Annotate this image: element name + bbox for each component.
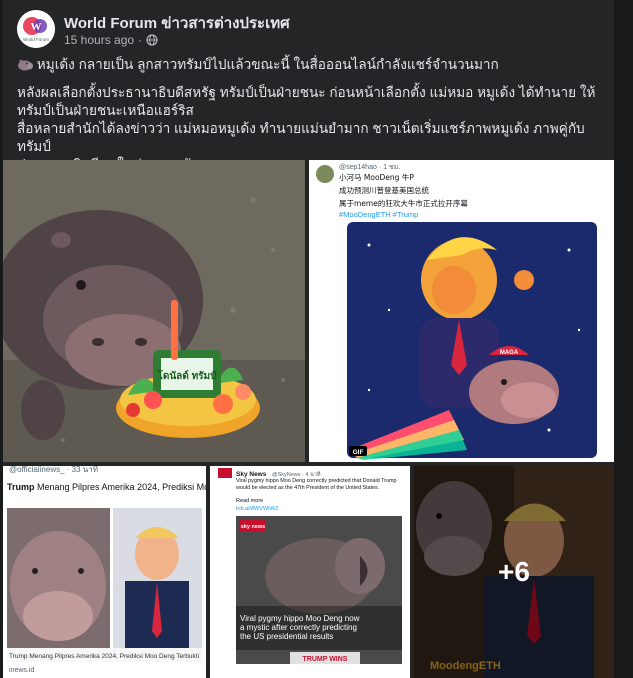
post-line-1: หมูเด้ง กลายเป็น ลูกสาวทรัมป์ไปแล้วขณะนี… — [17, 56, 605, 74]
post-card: W World Forum World Forum ข่าวสารต่างประ… — [3, 0, 614, 678]
tweet-handle: @sep14hao · 1 ชม. — [339, 164, 400, 171]
hippo-cake-image: โดนัลด์ ทรัมป์ — [3, 160, 305, 462]
avatar-text: World Forum — [23, 37, 49, 42]
post-line-4: สื่อหลายสำนักได้ลงข่าวว่า แม่หมอหมูเด้ง … — [17, 121, 585, 154]
cap-text: MAGA — [500, 350, 519, 356]
inews-source: inews.id — [9, 667, 34, 674]
post-meta: 15 hours ago · — [64, 33, 158, 47]
world-forum-logo-icon: W World Forum — [17, 10, 55, 48]
gif-badge: GIF — [353, 449, 364, 456]
skynews-tweet-image: Sky News @SkyNews · 4 นาที Viral pygmy h… — [210, 466, 410, 678]
post-line-2: หลังผลเลือกตั้งประธานาธิบดีสหรัฐ ทรัมป์เ… — [17, 85, 596, 100]
photo-grid: โดนัลด์ ทรัมป์ @sep14hao · 1 ชม. 小河马 Moo… — [3, 160, 614, 678]
sky-text: Viral pygmy hippo Moo Deng correctly pre… — [236, 478, 397, 491]
post-header: W World Forum World Forum ข่าวสารต่างประ… — [17, 8, 607, 52]
photo-trump-hippo-more[interactable]: MoodengETH +6 — [414, 466, 614, 678]
svg-text:W: W — [31, 21, 42, 33]
photo-skynews-tweet[interactable]: Sky News @SkyNews · 4 นาที Viral pygmy h… — [210, 466, 410, 678]
photo-hippo-cake[interactable]: โดนัลด์ ทรัมป์ — [3, 160, 305, 462]
inews-caption: Trump Menang Pilpres Amerika 2024, Predi… — [9, 653, 199, 660]
sky-handle: @SkyNews · 4 นาที — [272, 471, 321, 478]
sky-image-caption: Viral pygmy hippo Moo Deng now a mystic … — [240, 614, 360, 641]
sky-link: trib.al/8WVWhRZ — [236, 506, 279, 512]
post-time[interactable]: 15 hours ago — [64, 33, 134, 47]
tweet-line-2: 成功预测川普登基美国总统 — [339, 185, 429, 195]
post-line-3: ทรัมป์เป็นฝ่ายชนะเหนือแฮร์ริส — [17, 103, 194, 118]
cake-sign-text: โดนัลด์ ทรัมป์ — [156, 369, 216, 382]
more-photos-overlay[interactable]: +6 — [414, 466, 614, 678]
globe-icon — [146, 34, 158, 46]
more-photos-count: +6 — [498, 556, 530, 587]
hippo-icon — [18, 59, 33, 71]
tweet-cartoon-image: @sep14hao · 1 ชม. 小河马 MooDeng 牛P 成功预测川普登… — [309, 160, 614, 462]
tweet-line-1: 小河马 MooDeng 牛P — [339, 172, 414, 182]
sky-outlet: Sky News — [236, 471, 267, 478]
photo-tweet-cartoon[interactable]: @sep14hao · 1 ชม. 小河马 MooDeng 牛P 成功预测川普登… — [309, 160, 614, 462]
tweet-hashtags: #MooDengETH #Trump — [339, 210, 418, 219]
inews-headline-a: Trump — [7, 482, 35, 492]
tweet-line-3: 属于meme的狂欢大牛市正式拉开序幕 — [339, 198, 468, 208]
inews-headline-b: Menang Pilpres Amerika 2024, Prediksi Mo… — [35, 482, 206, 492]
page-name[interactable]: World Forum ข่าวสารต่างประเทศ — [64, 11, 290, 35]
inews-headline: Trump Menang Pilpres Amerika 2024, Predi… — [7, 482, 206, 492]
post-line-1-text: หมูเด้ง กลายเป็น ลูกสาวทรัมป์ไปแล้วขณะนี… — [36, 57, 499, 72]
meta-separator: · — [138, 33, 143, 47]
photo-inews-tweet[interactable]: @officialinews_ · 33 นาที Trump Menang P… — [3, 466, 206, 678]
avatar[interactable]: W World Forum — [17, 10, 55, 48]
inews-tweet-image: @officialinews_ · 33 นาที Trump Menang P… — [3, 466, 206, 678]
sky-read-more: Read more — [236, 498, 263, 504]
post-text: หมูเด้ง กลายเป็น ลูกสาวทรัมป์ไปแล้วขณะนี… — [17, 56, 605, 174]
sky-brand: sky news — [241, 524, 265, 530]
sky-banner: TRUMP WINS — [303, 656, 348, 663]
inews-handle: @officialinews_ · 33 นาที — [9, 466, 98, 474]
